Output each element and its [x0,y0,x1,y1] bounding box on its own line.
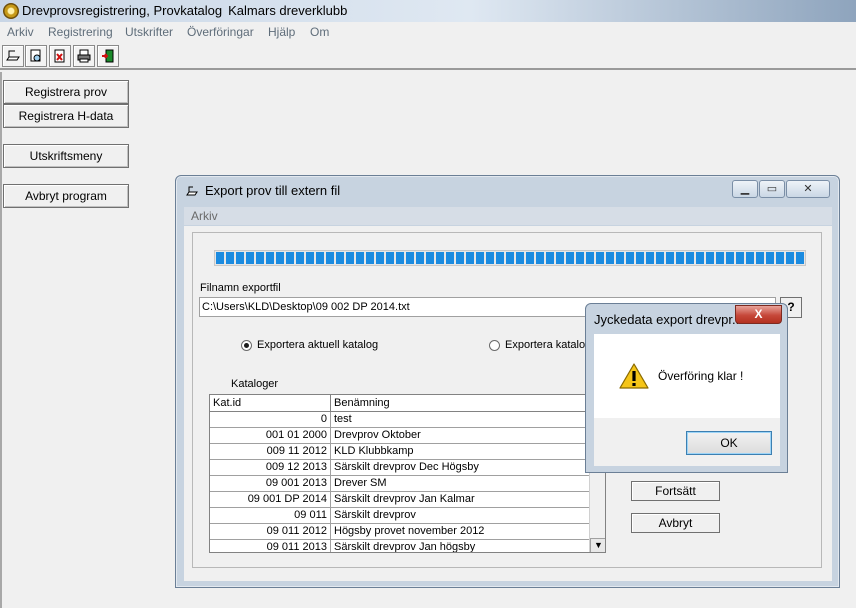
cell-benamning: test [334,413,352,425]
table-row[interactable]: 001 01 2000 Drevprov Oktober [210,428,590,444]
message-box-title: Jyckedata export drevpr... [594,312,743,327]
main-toolbar [0,42,856,70]
radio-export-other-label[interactable]: Exportera katalog [505,339,591,351]
print-preview-icon[interactable] [25,45,47,67]
cancel-program-button[interactable]: Avbryt program [3,184,129,208]
dialog-menu-arkiv[interactable]: Arkiv [191,209,218,223]
cell-benamning: Särskilt drevprov Dec Högsby [334,461,479,473]
message-box: Jyckedata export drevpr... X Överföring … [585,303,788,473]
warning-icon [619,363,649,389]
catalogs-table: Kat.id Benämning 0 test 001 01 2000 Drevpro… [209,394,606,553]
cell-kat-id: 001 01 2000 [210,428,331,443]
register-test-button[interactable]: Registrera prov [3,80,129,104]
table-row[interactable]: 09 011 Särskilt drevprov [210,508,590,524]
cell-benamning: Drever SM [334,477,387,489]
message-box-body: Överföring klar ! [594,334,780,418]
message-box-footer: OK [594,418,780,466]
cell-kat-id: 09 001 2013 [210,476,331,491]
radio-export-current-label[interactable]: Exportera aktuell katalog [257,339,378,351]
table-row[interactable]: 09 001 DP 2014 Särskilt drevprov Jan Kalm… [210,492,590,508]
radio-export-current[interactable] [241,340,252,351]
cell-benamning: Särskilt drevprov Jan Kalmar [334,493,475,505]
menu-utskrifter[interactable]: Utskrifter [125,25,173,39]
cell-benamning: Särskilt drevprov Jan högsby [334,541,476,553]
message-box-close-button[interactable]: X [735,305,782,324]
close-button[interactable]: ✕ [786,180,830,198]
export-progress-fill [216,252,804,264]
message-text: Överföring klar ! [658,369,744,383]
menu-arkiv[interactable]: Arkiv [7,25,34,39]
table-row[interactable]: 0 test [210,412,590,428]
delete-document-icon[interactable] [49,45,71,67]
menu-hjalp[interactable]: Hjälp [268,25,295,39]
continue-button[interactable]: Fortsätt [631,481,720,501]
col-kat-id[interactable]: Kat.id [210,395,331,412]
table-row[interactable]: 09 011 2012 Högsby provet november 2012 [210,524,590,540]
cell-kat-id: 009 11 2012 [210,444,331,459]
left-border [0,72,2,608]
cell-kat-id: 009 12 2013 [210,460,331,475]
cancel-button[interactable]: Avbryt [631,513,720,533]
radio-export-other[interactable] [489,340,500,351]
new-document-icon[interactable] [2,45,24,67]
table-header: Kat.id Benämning [210,395,605,412]
maximize-button[interactable]: ▭ [759,180,785,198]
exit-door-icon[interactable] [97,45,119,67]
app-icon [3,3,19,19]
cell-kat-id: 09 011 2013 [210,540,331,552]
export-dialog-menubar: Arkiv [184,207,832,225]
register-hdata-button[interactable]: Registrera H-data [3,104,129,128]
export-progress-bar [214,250,806,266]
menu-om[interactable]: Om [310,25,329,39]
menu-overforingar[interactable]: Överföringar [187,25,254,39]
filename-label: Filnamn exportfil [200,282,281,294]
table-row[interactable]: 09 011 2013 Särskilt drevprov Jan högsby [210,540,590,553]
cell-kat-id: 09 001 DP 2014 [210,492,331,507]
cell-benamning: Drevprov Oktober [334,429,421,441]
cell-kat-id: 09 011 2012 [210,524,331,539]
cell-kat-id: 09 011 [210,508,331,523]
cell-kat-id: 0 [210,412,331,427]
table-row[interactable]: 009 11 2012 KLD Klubbkamp [210,444,590,460]
table-row[interactable]: 009 12 2013 Särskilt drevprov Dec Högsby [210,460,590,476]
minimize-button[interactable]: ▁ [732,180,758,198]
export-dialog-title: Export prov till extern fil [205,183,341,198]
cell-benamning: KLD Klubbkamp [334,445,414,457]
dialog-window-icon [186,186,198,196]
scroll-down-arrow[interactable]: ▼ [590,538,605,552]
menu-registrering[interactable]: Registrering [48,25,113,39]
main-menubar: Arkiv Registrering Utskrifter Överföring… [0,22,856,42]
main-window-title: Drevprovsregistrering, Provkatalog Kalmar… [22,3,347,18]
col-benamning[interactable]: Benämning [331,395,589,412]
table-row[interactable]: 09 001 2013 Drever SM [210,476,590,492]
catalogs-label: Kataloger [231,378,279,390]
title-club: Kalmars dreverklubb [228,3,348,18]
cell-benamning: Särskilt drevprov [334,509,416,521]
cell-benamning: Högsby provet november 2012 [334,525,485,537]
title-app: Drevprovsregistrering, Provkatalog [22,3,223,18]
printer-icon[interactable] [73,45,95,67]
main-titlebar: Drevprovsregistrering, Provkatalog Kalmar… [0,0,856,22]
ok-button[interactable]: OK [686,431,772,455]
print-menu-button[interactable]: Utskriftsmeny [3,144,129,168]
